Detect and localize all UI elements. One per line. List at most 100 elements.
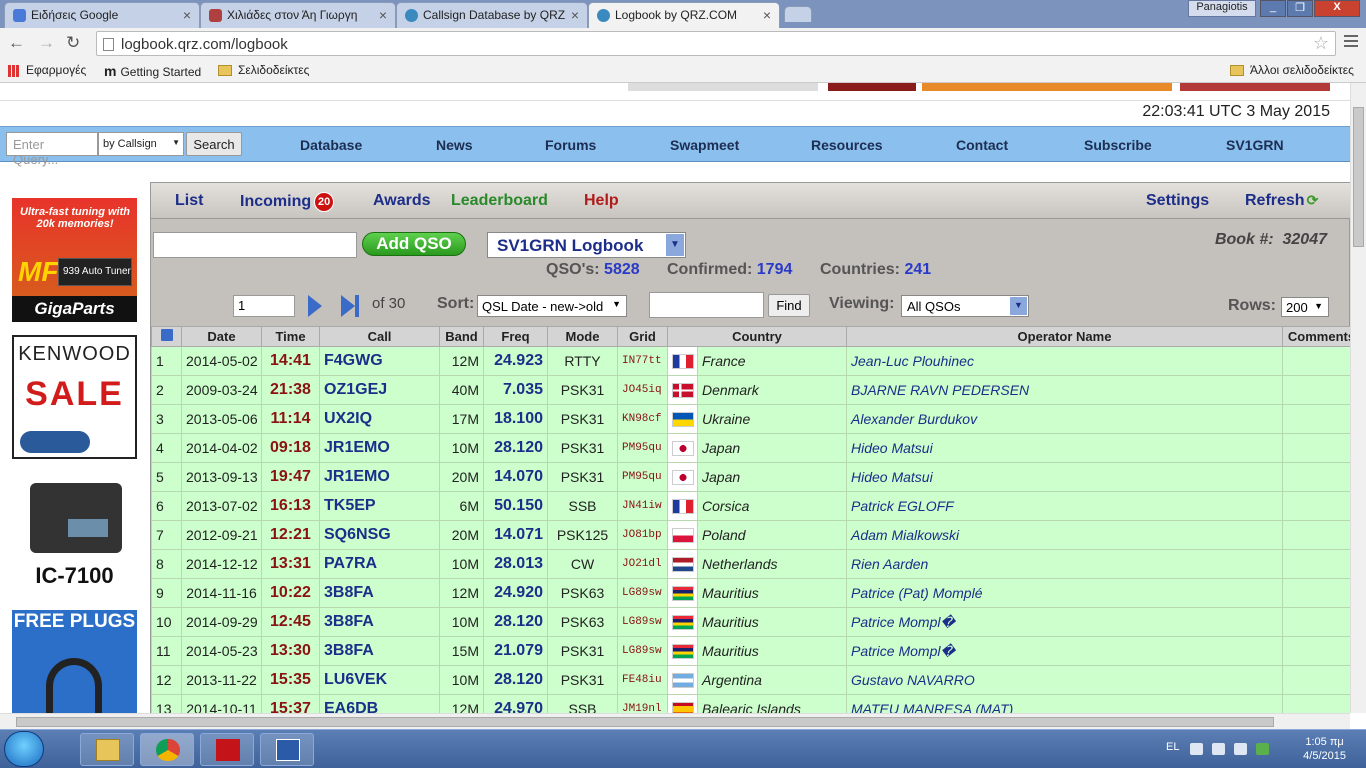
nav-user-callsign[interactable]: SV1GRN (1226, 137, 1284, 153)
table-row[interactable]: 2 2009-03-24 21:38 OZ1GEJ 40M 7.035 PSK31 JO45i… (151, 375, 1350, 405)
menu-awards[interactable]: Awards (373, 192, 431, 210)
column-header-freq[interactable]: Freq (483, 326, 548, 347)
nav-contact[interactable]: Contact (956, 137, 1008, 153)
close-window-button[interactable]: X (1314, 0, 1360, 17)
clipboard-icon[interactable] (1234, 743, 1247, 755)
viewing-select[interactable]: All QSOs ▼ (901, 295, 1029, 317)
close-icon[interactable]: × (571, 7, 579, 23)
back-arrow-icon[interactable]: ← (8, 33, 25, 53)
callsign-link[interactable]: EA6DB (319, 694, 440, 713)
menu-leaderboard[interactable]: Leaderboard (451, 192, 548, 210)
taskbar-chrome[interactable] (140, 733, 194, 766)
table-row[interactable]: 8 2014-12-12 13:31 PA7RA 10M 28.013 CW JO21dl Ne… (151, 549, 1350, 579)
ad-icom[interactable]: IC-7100 (12, 473, 137, 597)
tab-news-article[interactable]: Χιλιάδες στον Άη Γιωργη × (200, 2, 396, 28)
column-header-date[interactable]: Date (181, 326, 262, 347)
rows-select[interactable]: 200 ▼ (1281, 297, 1329, 317)
menu-list[interactable]: List (175, 192, 203, 210)
table-row[interactable]: 6 2013-07-02 16:13 TK5EP 6M 50.150 SSB JN41iw Co… (151, 491, 1350, 521)
menu-refresh[interactable]: Refresh ⟳ (1245, 192, 1318, 210)
maximize-button[interactable]: ❐ (1287, 0, 1313, 17)
table-row[interactable]: 5 2013-09-13 19:47 JR1EMO 20M 14.070 PSK31 PM95… (151, 462, 1350, 492)
callsign-link[interactable]: OZ1GEJ (319, 375, 440, 405)
page-number-input[interactable]: 1 (233, 295, 295, 317)
menu-incoming[interactable]: Incoming 20 (240, 192, 335, 212)
bookmark-folder[interactable]: Σελιδοδείκτες (218, 63, 309, 77)
start-button[interactable] (4, 731, 44, 767)
find-button[interactable]: Find (768, 294, 810, 317)
nav-swapmeet[interactable]: Swapmeet (670, 137, 739, 153)
bookmark-apps[interactable]: Εφαρμογές (8, 63, 86, 77)
address-bar[interactable]: logbook.qrz.com/logbook ☆ (96, 31, 1336, 56)
search-button[interactable]: Search (186, 132, 242, 156)
search-input[interactable]: Enter Query... (6, 132, 98, 167)
sort-select[interactable]: QSL Date - new->old ▼ (477, 295, 627, 317)
table-row[interactable]: 3 2013-05-06 11:14 UX2IQ 17M 18.100 PSK31 KN98c… (151, 404, 1350, 434)
table-row[interactable]: 4 2014-04-02 09:18 JR1EMO 10M 28.120 PSK31 PM95… (151, 433, 1350, 463)
taskbar-explorer[interactable] (80, 733, 134, 766)
table-row[interactable]: 10 2014-09-29 12:45 3B8FA 10M 28.120 PSK63 LG89… (151, 607, 1350, 637)
ad-kenwood-sale[interactable]: KENWOOD SALE (12, 335, 137, 459)
taskbar-word[interactable] (260, 733, 314, 766)
callsign-link[interactable]: JR1EMO (319, 462, 440, 492)
quick-qso-input[interactable] (153, 232, 357, 258)
column-header-call[interactable]: Call (319, 326, 440, 347)
other-bookmarks[interactable]: Άλλοι σελιδοδείκτες (1230, 63, 1354, 77)
table-row[interactable]: 13 2014-10-11 15:37 EA6DB 12M 24.970 SSB JM19nl… (151, 694, 1350, 713)
callsign-link[interactable]: 3B8FA (319, 607, 440, 637)
column-header-band[interactable]: Band (439, 326, 484, 347)
callsign-link[interactable]: SQ6NSG (319, 520, 440, 550)
column-header-comments[interactable]: Comments (1282, 326, 1350, 347)
find-input[interactable] (649, 292, 764, 318)
reload-icon[interactable]: ↻ (66, 33, 80, 53)
tab-logbook[interactable]: Logbook by QRZ.COM × (588, 2, 780, 28)
ad-free-plugs[interactable]: FREE PLUGS (12, 610, 137, 713)
forward-arrow-icon[interactable]: → (38, 33, 55, 53)
callsign-link[interactable]: LU6VEK (319, 665, 440, 695)
tab-callsign-database[interactable]: Callsign Database by QRZ × (396, 2, 588, 28)
column-header-flag[interactable] (151, 326, 182, 347)
table-row[interactable]: 1 2014-05-02 14:41 F4GWG 12M 24.923 RTTY IN77tt… (151, 346, 1350, 376)
minimize-button[interactable]: _ (1260, 0, 1286, 17)
search-by-select[interactable]: by Callsign ▼ (98, 132, 184, 156)
column-header-mode[interactable]: Mode (547, 326, 618, 347)
security-icon[interactable] (1256, 743, 1269, 755)
close-icon[interactable]: × (183, 7, 191, 23)
network-icon[interactable] (1212, 743, 1225, 755)
table-row[interactable]: 7 2012-09-21 12:21 SQ6NSG 20M 14.071 PSK125 JO8… (151, 520, 1350, 550)
nav-resources[interactable]: Resources (811, 137, 883, 153)
callsign-link[interactable]: JR1EMO (319, 433, 440, 463)
language-indicator[interactable]: EL (1166, 741, 1179, 753)
callsign-link[interactable]: F4GWG (319, 346, 440, 376)
profile-button[interactable]: Panagiotis (1188, 0, 1256, 17)
callsign-link[interactable]: 3B8FA (319, 636, 440, 666)
nav-subscribe[interactable]: Subscribe (1084, 137, 1152, 153)
new-tab-button[interactable] (784, 6, 812, 22)
taskbar-acrobat[interactable] (200, 733, 254, 766)
column-header-time[interactable]: Time (261, 326, 320, 347)
table-row[interactable]: 12 2013-11-22 15:35 LU6VEK 10M 28.120 PSK31 FE4… (151, 665, 1350, 695)
bookmark-star-icon[interactable]: ☆ (1313, 33, 1329, 54)
close-icon[interactable]: × (379, 7, 387, 23)
ad-mfj-tuner[interactable]: Ultra-fast tuning with 20k memories! MFJ… (12, 198, 137, 322)
vertical-scrollbar[interactable] (1350, 83, 1366, 713)
nav-news[interactable]: News (436, 137, 473, 153)
horizontal-scrollbar[interactable] (0, 713, 1350, 729)
table-row[interactable]: 9 2014-11-16 10:22 3B8FA 12M 24.920 PSK63 LG89s… (151, 578, 1350, 608)
column-header-country[interactable]: Country (667, 326, 847, 347)
table-row[interactable]: 11 2014-05-23 13:30 3B8FA 15M 21.079 PSK31 LG89… (151, 636, 1350, 666)
tray-chevron-icon[interactable] (1190, 743, 1203, 755)
next-page-icon[interactable] (308, 295, 322, 317)
browser-menu-icon[interactable] (1344, 35, 1358, 50)
bookmark-getting-started[interactable]: m Getting Started (104, 63, 201, 79)
menu-help[interactable]: Help (584, 192, 619, 210)
nav-database[interactable]: Database (300, 137, 362, 153)
callsign-link[interactable]: 3B8FA (319, 578, 440, 608)
taskbar-clock[interactable]: 1:05 πμ 4/5/2015 (1303, 735, 1346, 763)
menu-settings[interactable]: Settings (1146, 192, 1209, 210)
add-qso-button[interactable]: Add QSO (362, 232, 466, 256)
nav-forums[interactable]: Forums (545, 137, 596, 153)
logbook-select[interactable]: SV1GRN Logbook ▼ (487, 232, 686, 258)
callsign-link[interactable]: UX2IQ (319, 404, 440, 434)
callsign-link[interactable]: PA7RA (319, 549, 440, 579)
